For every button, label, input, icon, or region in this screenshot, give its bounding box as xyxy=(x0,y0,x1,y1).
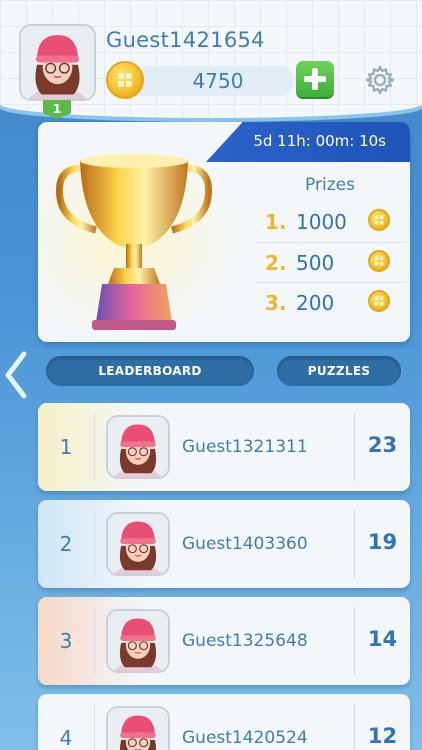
girl-portrait-icon xyxy=(108,708,168,750)
tournament-card: 5d 11h: 00m: 10s Prizes 1. 1000 2. 500 3… xyxy=(38,122,410,342)
prize-value: 1000 xyxy=(296,210,347,234)
girl-portrait-icon xyxy=(108,417,168,477)
chevron-left-icon[interactable] xyxy=(0,348,30,402)
coin-icon xyxy=(106,61,144,99)
prizes-panel: Prizes 1. 1000 2. 500 3. 200 xyxy=(256,172,406,336)
row-player-name: Guest1321311 xyxy=(182,437,308,457)
tournament-timer: 5d 11h: 00m: 10s xyxy=(253,132,386,150)
prize-row: 3. 200 xyxy=(256,282,406,320)
row-divider xyxy=(94,413,95,481)
prize-row: 2. 500 xyxy=(256,242,406,280)
leaderboard-row[interactable]: 4 Guest1420524 12 xyxy=(38,694,410,750)
row-player-name: Guest1325648 xyxy=(182,631,308,651)
prize-rank: 3. xyxy=(265,291,287,315)
prize-rank: 2. xyxy=(265,251,287,275)
row-divider xyxy=(94,607,95,675)
player-avatar[interactable] xyxy=(106,415,170,479)
row-divider xyxy=(94,704,95,750)
row-score: 23 xyxy=(367,433,398,457)
row-rank: 4 xyxy=(59,726,73,750)
girl-portrait-icon xyxy=(108,611,168,671)
tab-leaderboard[interactable]: LEADERBOARD xyxy=(46,356,254,386)
prize-value: 500 xyxy=(296,251,335,275)
prize-value: 200 xyxy=(296,291,335,315)
leaderboard-row[interactable]: 3 Guest1325648 14 xyxy=(38,597,410,685)
row-rank: 3 xyxy=(59,629,73,653)
player-avatar[interactable] xyxy=(106,706,170,750)
prizes-title: Prizes xyxy=(305,175,355,195)
player-avatar[interactable] xyxy=(106,512,170,576)
level-badge: 1 xyxy=(43,100,71,119)
trophy-icon xyxy=(55,154,213,330)
plus-icon xyxy=(304,68,326,90)
coin-icon xyxy=(368,209,390,231)
coin-balance: 4750 xyxy=(192,69,244,93)
gear-icon[interactable] xyxy=(364,64,396,96)
player-avatar[interactable] xyxy=(106,609,170,673)
row-score: 19 xyxy=(367,530,398,554)
row-rank: 2 xyxy=(59,532,73,556)
row-player-name: Guest1420524 xyxy=(182,728,308,748)
leaderboard-row[interactable]: 2 Guest1403360 19 xyxy=(38,500,410,588)
coin-icon xyxy=(368,290,390,312)
username-label: Guest1421654 xyxy=(106,28,265,52)
row-rank: 1 xyxy=(59,435,73,459)
row-player-name: Guest1403360 xyxy=(182,534,308,554)
coin-icon xyxy=(368,250,390,272)
girl-portrait-icon xyxy=(21,26,94,99)
prize-row: 1. 1000 xyxy=(256,202,406,240)
player-avatar[interactable] xyxy=(19,24,96,101)
tab-puzzles[interactable]: PUZZLES xyxy=(277,356,401,386)
row-divider xyxy=(94,510,95,578)
row-score: 14 xyxy=(367,627,398,651)
row-score: 12 xyxy=(367,724,398,748)
leaderboard-row[interactable]: 1 Guest1321311 23 xyxy=(38,403,410,491)
prize-rank: 1. xyxy=(265,210,287,234)
girl-portrait-icon xyxy=(108,514,168,574)
add-coins-button[interactable] xyxy=(296,61,334,97)
